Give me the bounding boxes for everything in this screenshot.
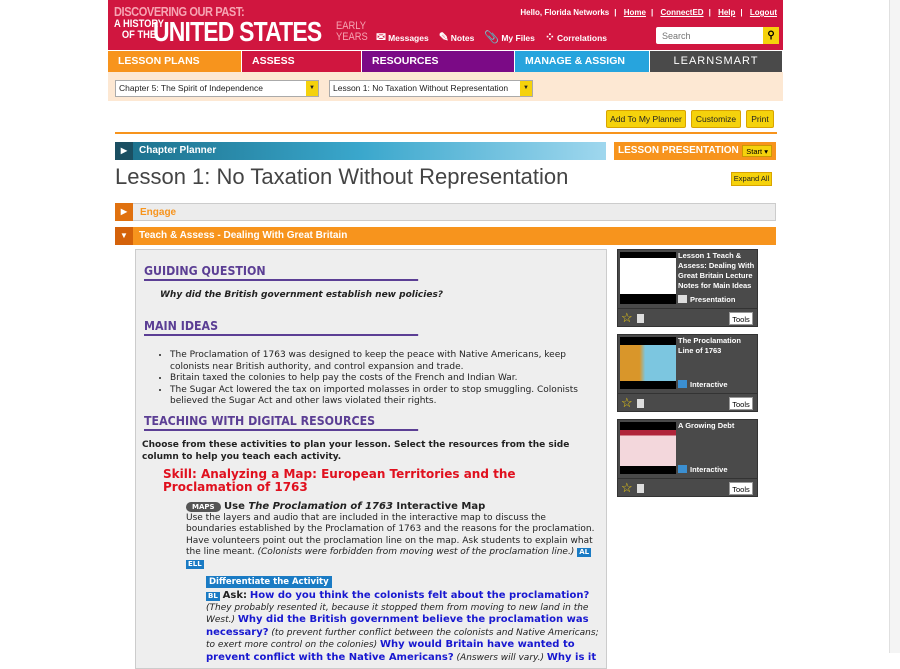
ell-badge: ELL <box>186 559 204 569</box>
main-ideas-list: The Proclamation of 1763 was designed to… <box>162 350 582 408</box>
resource-card[interactable]: The Proclamation Line of 1763 Interactiv… <box>617 334 758 412</box>
star-icon[interactable]: ☆ <box>621 395 633 411</box>
top-links: Hello, Florida Networks | Home | ConnectED… <box>520 8 777 17</box>
digital-resources-heading: TEACHING WITH DIGITAL RESOURCES <box>144 415 419 431</box>
greeting: Hello, Florida Networks <box>520 8 610 17</box>
chevron-down-icon: ▼ <box>306 81 318 96</box>
main-ideas-heading: MAIN IDEAS <box>144 320 419 336</box>
tools-button[interactable]: Tools <box>729 397 753 410</box>
print-button[interactable]: Print <box>746 110 774 128</box>
tab-assess[interactable]: ASSESS <box>242 51 362 72</box>
document-icon[interactable] <box>637 484 644 493</box>
search-icon[interactable]: ⚲ <box>763 27 779 44</box>
paperclip-icon: 📎 <box>484 30 500 44</box>
section-engage[interactable]: ▶ Engage <box>115 203 776 221</box>
divider <box>115 132 777 134</box>
lesson-content: GUIDING QUESTION Why did the British gov… <box>135 249 607 669</box>
chevron-down-icon: ▼ <box>520 81 532 96</box>
interactive-icon <box>678 465 687 473</box>
search-input[interactable] <box>656 27 763 44</box>
presentation-icon <box>678 295 687 303</box>
messages-button[interactable]: ✉ Messages <box>376 30 429 44</box>
guiding-question-heading: GUIDING QUESTION <box>144 265 419 281</box>
map-thumbnail <box>620 337 676 389</box>
instructions: Choose from these activities to plan you… <box>142 440 570 462</box>
tab-learnsmart[interactable]: LEARNSMART <box>650 51 783 72</box>
customize-button[interactable]: Customize <box>691 110 741 128</box>
differentiate-label: Differentiate the Activity <box>206 576 332 588</box>
logo-title: UNITED STATES <box>153 16 322 47</box>
document-icon[interactable] <box>637 314 644 323</box>
guiding-question: Why did the British government establish… <box>160 290 444 300</box>
logo-early-years: EARLY YEARS <box>336 20 368 43</box>
resource-card[interactable]: A Growing Debt Interactive ☆ Tools <box>617 419 758 497</box>
page-title: Lesson 1: No Taxation Without Representa… <box>115 164 569 189</box>
skill-heading: Skill: Analyzing a Map: European Territo… <box>163 467 516 494</box>
help-link[interactable]: Help <box>718 8 735 17</box>
maps-badge: MAPS <box>186 502 221 512</box>
debt-thumbnail <box>620 422 676 474</box>
site-header: DISCOVERING OUR PAST: A HISTORY OF THE UN… <box>108 0 783 50</box>
tab-manage-assign[interactable]: MANAGE & ASSIGN <box>515 51 650 72</box>
chevron-down-icon: ▼ <box>115 227 133 245</box>
start-button[interactable]: Start ▾ <box>742 145 772 157</box>
add-to-planner-button[interactable]: Add To My Planner <box>606 110 686 128</box>
lesson-select[interactable]: Lesson 1: No Taxation Without Representa… <box>329 80 533 97</box>
section-teach-assess[interactable]: ▼ Teach & Assess - Dealing With Great Bri… <box>115 227 776 245</box>
logout-link[interactable]: Logout <box>750 8 777 17</box>
lesson-presentation-bar: LESSON PRESENTATION Start ▾ <box>614 142 776 160</box>
tab-resources[interactable]: RESOURCES <box>362 51 515 72</box>
my-files-button[interactable]: 📎 My Files <box>484 30 535 44</box>
scrollbar[interactable] <box>889 0 900 653</box>
interactive-icon <box>678 380 687 388</box>
expand-all-button[interactable]: Expand All <box>731 172 772 186</box>
notes-button[interactable]: ✎ Notes <box>439 30 475 44</box>
resource-card[interactable]: Lesson 1 Teach & Assess: Dealing With Gr… <box>617 249 758 327</box>
main-nav: LESSON PLANS ASSESS RESOURCES MANAGE & A… <box>108 51 783 72</box>
chevron-right-icon: ▶ <box>115 142 133 160</box>
bl-badge: BL <box>206 592 220 601</box>
list-item: The Proclamation of 1763 was designed to… <box>170 350 582 373</box>
tools-button[interactable]: Tools <box>729 312 753 325</box>
activity: MAPS Use The Proclamation of 1763 Intera… <box>186 501 595 569</box>
star-icon[interactable]: ☆ <box>621 310 633 326</box>
al-badge: AL <box>577 548 592 557</box>
header-tools: ✉ Messages ✎ Notes 📎 My Files ⁘ Correlations <box>376 30 607 44</box>
chapter-select[interactable]: Chapter 5: The Spirit of Independence ▼ <box>115 80 319 97</box>
home-link[interactable]: Home <box>624 8 646 17</box>
notes-icon: ✎ <box>438 30 449 44</box>
presentation-thumbnail <box>620 252 676 304</box>
connected-link[interactable]: ConnectED <box>660 8 703 17</box>
correlations-icon: ⁘ <box>544 30 555 44</box>
star-icon[interactable]: ☆ <box>621 480 633 496</box>
correlations-button[interactable]: ⁘ Correlations <box>545 30 607 44</box>
list-item: The Sugar Act lowered the tax on importe… <box>170 385 582 408</box>
envelope-icon: ✉ <box>376 30 387 44</box>
tools-button[interactable]: Tools <box>729 482 753 495</box>
tab-lesson-plans[interactable]: LESSON PLANS <box>108 51 242 72</box>
selector-bar: Chapter 5: The Spirit of Independence ▼ L… <box>108 72 783 101</box>
chapter-planner-bar[interactable]: ▶ Chapter Planner <box>115 142 606 160</box>
chevron-right-icon: ▶ <box>115 203 133 221</box>
document-icon[interactable] <box>637 399 644 408</box>
list-item: Britain taxed the colonies to help pay t… <box>170 373 582 385</box>
